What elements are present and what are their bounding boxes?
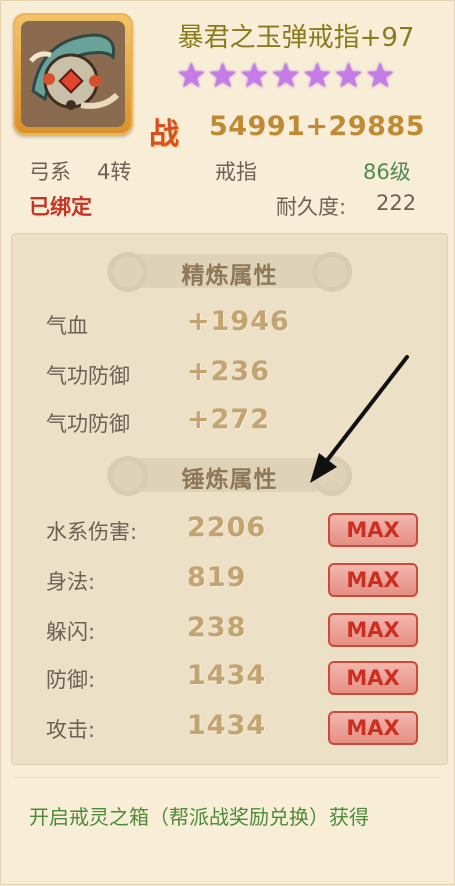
annotation-arrow-icon: [310, 355, 409, 483]
item-tooltip: 暴君之玉弹戒指+97 ★ ★ ★ ★ ★ ★ ★ 战 54991+29885 弓系 4转 戒…: [0, 0, 455, 885]
